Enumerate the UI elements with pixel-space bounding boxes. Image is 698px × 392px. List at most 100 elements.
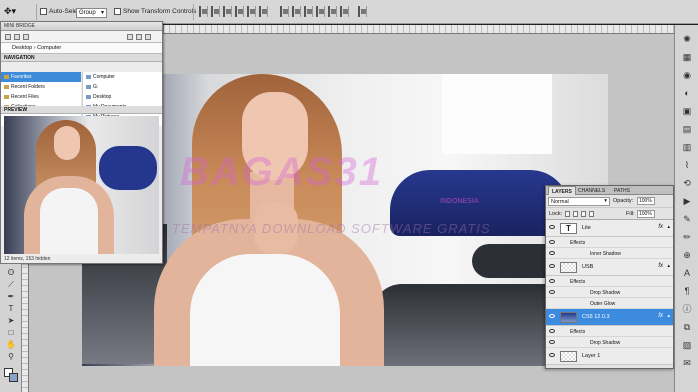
visibility-eye-icon[interactable] (549, 240, 555, 244)
place-computer[interactable]: Computer (83, 72, 162, 82)
pen-tool-icon[interactable]: ✒ (5, 292, 17, 301)
visibility-eye-icon[interactable] (549, 340, 555, 344)
blend-mode-dropdown[interactable]: Normal (548, 197, 610, 206)
visibility-eye-icon[interactable] (549, 290, 555, 294)
effects-row[interactable]: Effects (546, 276, 673, 287)
fx-icon[interactable]: fx (658, 263, 663, 269)
styles-panel-icon[interactable]: ◉ (681, 69, 693, 81)
horizontal-ruler[interactable] (164, 25, 674, 34)
lock-all-icon[interactable] (589, 211, 594, 217)
align-vcenter-icon[interactable] (211, 6, 220, 17)
fill-field[interactable]: 100% (637, 210, 655, 218)
histogram-panel-icon[interactable]: ▨ (681, 339, 693, 351)
distribute-vcenter-icon[interactable] (292, 6, 301, 17)
nav-item-favorites[interactable]: Favorites (1, 72, 81, 82)
auto-select-dropdown[interactable]: Group (76, 8, 107, 18)
shape-tool-icon[interactable]: □ (5, 328, 17, 337)
brush-panel-icon[interactable]: ✏ (681, 231, 693, 243)
home-icon[interactable] (23, 34, 29, 40)
move-tool-preset-icon[interactable]: ✥▾ (4, 6, 30, 18)
tab-layers[interactable]: LAYERS (548, 186, 576, 195)
channels-panel-icon[interactable]: ▥ (681, 141, 693, 153)
distribute-left-icon[interactable] (316, 6, 325, 17)
nav-item-recent-files[interactable]: Recent Files (1, 92, 81, 102)
background-color-swatch[interactable] (9, 373, 18, 382)
auto-align-layers-icon[interactable] (358, 6, 367, 17)
breadcrumb-item[interactable]: Desktop (12, 45, 32, 51)
path-select-tool-icon[interactable]: ➤ (5, 316, 17, 325)
status-text: 12 items, 153 hidden (4, 256, 51, 262)
tab-channels[interactable]: CHANNELS (575, 186, 608, 195)
expand-caret-icon[interactable]: ▴ (667, 313, 670, 319)
effects-row[interactable]: Effects (546, 326, 673, 337)
hand-tool-icon[interactable]: ✋ (5, 340, 17, 349)
effect-row[interactable]: Drop Shadow (546, 337, 673, 348)
visibility-eye-icon[interactable] (549, 353, 555, 357)
effects-row[interactable]: Effects (546, 237, 673, 248)
navigator-panel-icon[interactable]: ⧉ (681, 321, 693, 333)
blend-row: Normal Opacity: 100% (546, 195, 673, 208)
visibility-eye-icon[interactable] (549, 314, 555, 318)
visibility-eye-icon[interactable] (549, 279, 555, 283)
effect-row[interactable]: Drop Shadow (546, 287, 673, 298)
fx-icon[interactable]: fx (658, 313, 663, 319)
layer-row-selected[interactable]: CS5 12.0.3 fx ▴ (546, 309, 673, 326)
adjustments-panel-icon[interactable]: ◐ (681, 87, 693, 99)
distribute-right-icon[interactable] (340, 6, 349, 17)
fx-icon[interactable]: fx (658, 224, 663, 230)
layer-row[interactable]: T Lite fx ▴ (546, 220, 673, 237)
view-icon[interactable] (136, 34, 142, 40)
effect-row[interactable]: Inner Shadow (546, 248, 673, 259)
history-panel-icon[interactable]: ⟲ (681, 177, 693, 189)
preview-thumbnail[interactable] (4, 116, 159, 254)
paths-panel-icon[interactable]: ⌇ (681, 159, 693, 171)
lock-transparency-icon[interactable] (565, 211, 570, 217)
lasso-tool-icon[interactable]: ʘ (5, 268, 17, 277)
align-hcenter-icon[interactable] (247, 6, 256, 17)
align-top-icon[interactable] (199, 6, 208, 17)
paragraph-panel-icon[interactable]: ¶ (681, 285, 693, 297)
align-left-icon[interactable] (235, 6, 244, 17)
search-icon[interactable] (145, 34, 151, 40)
color-panel-icon[interactable]: ✺ (681, 33, 693, 45)
distribute-hcenter-icon[interactable] (328, 6, 337, 17)
character-panel-icon[interactable]: A (681, 267, 693, 279)
visibility-eye-icon[interactable] (549, 251, 555, 255)
actions-panel-icon[interactable]: ▶ (681, 195, 693, 207)
show-transform-checkbox[interactable] (114, 8, 121, 15)
distribute-bottom-icon[interactable] (304, 6, 313, 17)
forward-icon[interactable] (14, 34, 20, 40)
nav-item-recent-folders[interactable]: Recent Folders (1, 82, 81, 92)
visibility-eye-icon[interactable] (549, 329, 555, 333)
place-drive[interactable]: G: (83, 82, 162, 92)
expand-caret-icon[interactable]: ▴ (667, 263, 670, 269)
visibility-eye-icon[interactable] (549, 264, 555, 268)
quick-select-tool-icon[interactable]: ⟋ (5, 280, 17, 289)
visibility-eye-icon[interactable] (549, 225, 555, 229)
tool-presets-panel-icon[interactable]: ✎ (681, 213, 693, 225)
notes-panel-icon[interactable]: ✉ (681, 357, 693, 369)
lock-position-icon[interactable] (581, 211, 586, 217)
layer-row[interactable]: Layer 1 (546, 348, 673, 365)
masks-panel-icon[interactable]: ▣ (681, 105, 693, 117)
effect-row[interactable]: Outer Glow (546, 298, 673, 309)
opacity-field[interactable]: 100% (637, 197, 655, 205)
distribute-top-icon[interactable] (280, 6, 289, 17)
type-tool-icon[interactable]: T (5, 304, 17, 313)
place-desktop[interactable]: Desktop (83, 92, 162, 102)
filter-icon[interactable] (127, 34, 133, 40)
align-right-icon[interactable] (259, 6, 268, 17)
auto-select-checkbox[interactable] (40, 8, 47, 15)
layers-panel-icon[interactable]: ▤ (681, 123, 693, 135)
breadcrumb-item[interactable]: Computer (37, 45, 61, 51)
lock-pixels-icon[interactable] (573, 211, 578, 217)
layer-row[interactable]: USB fx ▴ (546, 259, 673, 276)
info-panel-icon[interactable]: ⓘ (681, 303, 693, 315)
back-icon[interactable] (5, 34, 11, 40)
expand-caret-icon[interactable]: ▴ (667, 224, 670, 230)
zoom-tool-icon[interactable]: ⚲ (5, 352, 17, 361)
tab-paths[interactable]: PATHS (611, 186, 633, 195)
align-bottom-icon[interactable] (223, 6, 232, 17)
swatches-panel-icon[interactable]: ▦ (681, 51, 693, 63)
clone-source-panel-icon[interactable]: ⊕ (681, 249, 693, 261)
